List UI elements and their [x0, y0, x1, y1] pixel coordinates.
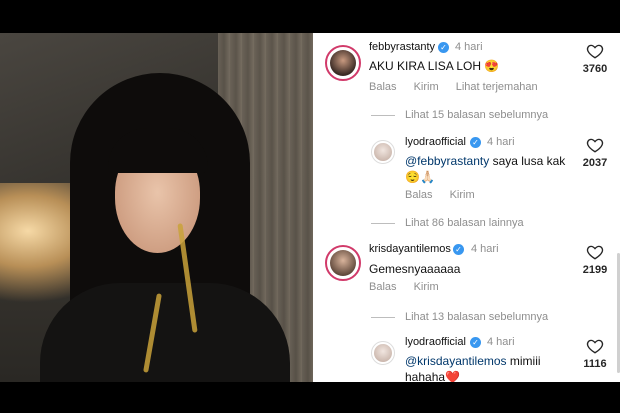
translate-button[interactable]: Lihat terjemahan [456, 81, 538, 93]
mention-link[interactable]: @krisdayantilemos [405, 354, 507, 368]
like-count: 1116 [583, 358, 607, 370]
comment-text: AKU KIRA LISA LOH 😍 [369, 58, 499, 74]
comment-body: mimiii [506, 354, 541, 368]
view-replies-label: Lihat 86 balasan lainnya [405, 217, 524, 229]
heart-eyes-emoji: 😍 [484, 59, 500, 73]
comment-body: saya lusa kak [489, 154, 566, 168]
comment-time: 4 hari [487, 336, 515, 348]
comment-body-line2: hahaha [405, 370, 446, 382]
divider-line [371, 222, 395, 224]
reply-button[interactable]: Balas [369, 81, 397, 93]
comment-text: Gemesnyaaaaaa [369, 261, 460, 277]
verified-icon: ✓ [470, 337, 481, 348]
divider-line [371, 316, 395, 318]
like-count: 2037 [582, 157, 608, 169]
like-count: 3760 [582, 63, 608, 75]
photo-top [40, 283, 290, 382]
comment-username[interactable]: febbyrastanty [369, 41, 435, 53]
verified-icon: ✓ [438, 42, 449, 53]
like-count: 2199 [582, 264, 608, 276]
red-heart-emoji: ❤️ [445, 370, 460, 382]
comment-time: 4 hari [471, 243, 499, 255]
comments-panel: febbyrastanty ✓ 4 hari AKU KIRA LISA LOH… [313, 33, 620, 382]
view-replies-link[interactable]: Lihat 86 balasan lainnya [371, 217, 524, 229]
reply-button[interactable]: Balas [369, 281, 397, 293]
comment-actions: Balas Kirim [369, 281, 453, 293]
like-heart-icon[interactable] [586, 42, 604, 60]
comment-username[interactable]: krisdayantilemos [369, 243, 451, 255]
post-photo[interactable] [0, 33, 313, 382]
view-replies-label: Lihat 15 balasan sebelumnya [405, 109, 549, 121]
comment-actions: Balas Kirim Lihat terjemahan [369, 81, 552, 93]
mention-link[interactable]: @febbyrastanty [405, 154, 489, 168]
view-replies-label: Lihat 13 balasan sebelumnya [405, 311, 549, 323]
comment-username[interactable]: lyodraofficial [405, 136, 466, 148]
reply-button[interactable]: Balas [405, 189, 433, 201]
view-replies-link[interactable]: Lihat 13 balasan sebelumnya [371, 311, 548, 323]
comment-text: @febbyrastanty saya lusa kak 😌🙏🏻 [405, 153, 575, 185]
like-heart-icon[interactable] [586, 136, 604, 154]
comment-username[interactable]: lyodraofficial [405, 336, 466, 348]
send-button[interactable]: Kirim [414, 81, 439, 93]
verified-icon: ✓ [470, 137, 481, 148]
comment-text: @krisdayantilemos mimiii hahaha❤️ [405, 353, 585, 382]
avatar[interactable] [325, 245, 361, 281]
avatar[interactable] [371, 341, 395, 365]
like-heart-icon[interactable] [586, 243, 604, 261]
divider-line [371, 114, 395, 116]
comment-time: 4 hari [487, 136, 515, 148]
like-heart-icon[interactable] [586, 337, 604, 355]
avatar[interactable] [371, 140, 395, 164]
view-replies-link[interactable]: Lihat 15 balasan sebelumnya [371, 109, 548, 121]
verified-icon: ✓ [453, 244, 464, 255]
send-button[interactable]: Kirim [450, 189, 475, 201]
send-button[interactable]: Kirim [414, 281, 439, 293]
avatar[interactable] [325, 45, 361, 81]
comment-body: AKU KIRA LISA LOH [369, 59, 482, 73]
relieved-pray-emoji: 😌🙏🏻 [405, 170, 435, 184]
comment-body: Gemesnyaaaaaa [369, 262, 461, 276]
comment-time: 4 hari [455, 41, 483, 53]
comment-actions: Balas Kirim [405, 189, 489, 201]
